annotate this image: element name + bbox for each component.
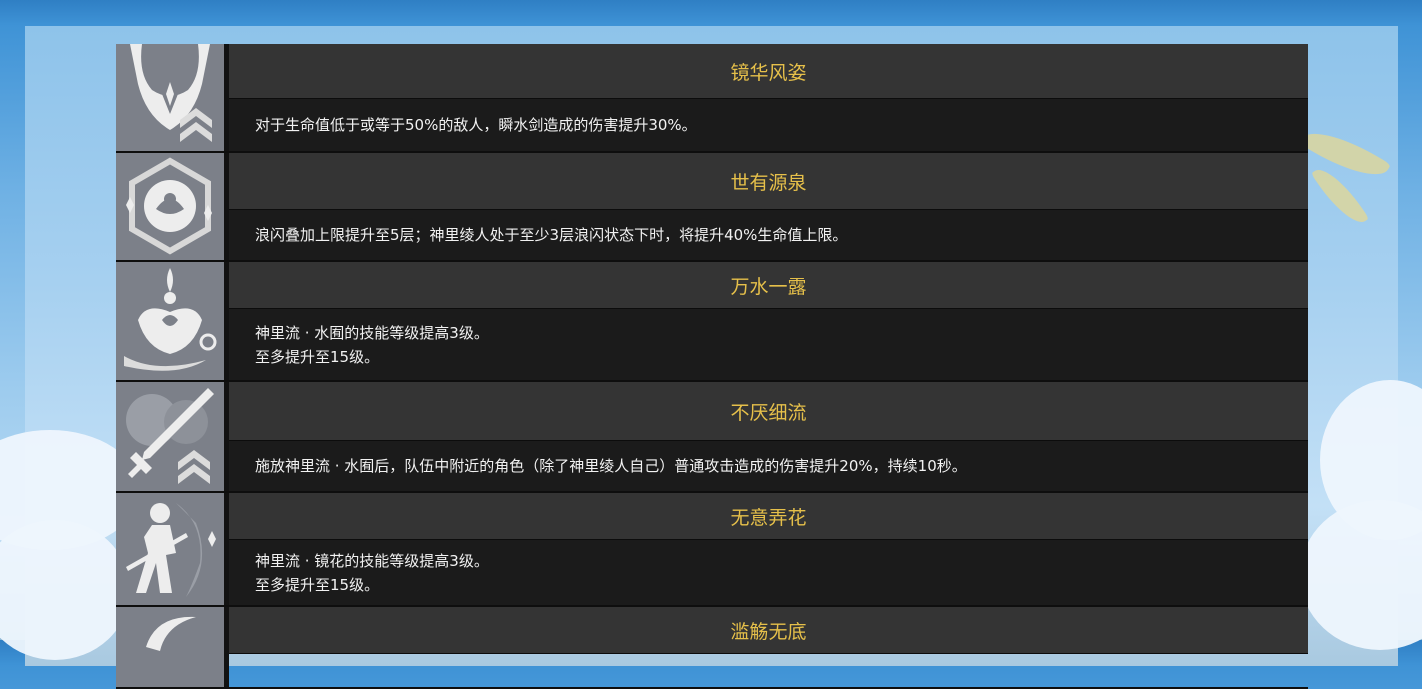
- talent-description-line: 神里流 · 镜花的技能等级提高3级。: [255, 551, 489, 570]
- talent-row: 万水一露 神里流 · 水囿的技能等级提高3级。 至多提升至15级。: [116, 262, 1308, 382]
- talent-description-line: 至多提升至15级。: [255, 575, 380, 594]
- swordsman-icon: [116, 493, 229, 605]
- talent-title: 万水一露: [229, 262, 1308, 309]
- talent-description: 施放神里流 · 水囿后，队伍中附近的角色（除了神里绫人自己）普通攻击造成的伤害提…: [229, 441, 1308, 491]
- talent-description: 浪闪叠加上限提升至5层；神里绫人处于至少3层浪闪状态下时，将提升40%生命值上限…: [229, 210, 1308, 260]
- horned-helm-icon: [116, 44, 229, 151]
- talent-row: 无意弄花 神里流 · 镜花的技能等级提高3级。 至多提升至15级。: [116, 493, 1308, 607]
- talent-row: 世有源泉 浪闪叠加上限提升至5层；神里绫人处于至少3层浪闪状态下时，将提升40%…: [116, 153, 1308, 262]
- talent-description-line: 至多提升至15级。: [255, 347, 380, 366]
- talent-description-line: 神里流 · 水囿的技能等级提高3级。: [255, 323, 489, 342]
- talent-description-line: 对于生命值低于或等于50%的敌人，瞬水剑造成的伤害提升30%。: [255, 116, 697, 134]
- talent-title: 滥觞无底: [229, 607, 1308, 654]
- talent-title: 无意弄花: [229, 493, 1308, 540]
- constellation-list: 镜华风姿 对于生命值低于或等于50%的敌人，瞬水剑造成的伤害提升30%。 世有源…: [116, 44, 1308, 689]
- talent-title: 不厌细流: [229, 382, 1308, 441]
- flower-hexagon-icon: [116, 153, 229, 260]
- talent-title: 镜华风姿: [229, 44, 1308, 99]
- wave-crescent-icon: [116, 607, 229, 687]
- talent-description: [229, 654, 1308, 687]
- talent-description-line: 施放神里流 · 水囿后，队伍中附近的角色（除了神里绫人自己）普通攻击造成的伤害提…: [255, 457, 967, 475]
- talent-description: 神里流 · 镜花的技能等级提高3级。 至多提升至15级。: [229, 540, 1308, 605]
- sword-chevron-icon: [116, 382, 229, 491]
- talent-description: 神里流 · 水囿的技能等级提高3级。 至多提升至15级。: [229, 309, 1308, 380]
- talent-description: 对于生命值低于或等于50%的敌人，瞬水剑造成的伤害提升30%。: [229, 99, 1308, 151]
- talent-row: 不厌细流 施放神里流 · 水囿后，队伍中附近的角色（除了神里绫人自己）普通攻击造…: [116, 382, 1308, 493]
- talent-description-line: 浪闪叠加上限提升至5层；神里绫人处于至少3层浪闪状态下时，将提升40%生命值上限…: [255, 226, 848, 244]
- water-lotus-icon: [116, 262, 229, 380]
- talent-row: 滥觞无底: [116, 607, 1308, 689]
- talent-row: 镜华风姿 对于生命值低于或等于50%的敌人，瞬水剑造成的伤害提升30%。: [116, 44, 1308, 153]
- talent-title: 世有源泉: [229, 153, 1308, 210]
